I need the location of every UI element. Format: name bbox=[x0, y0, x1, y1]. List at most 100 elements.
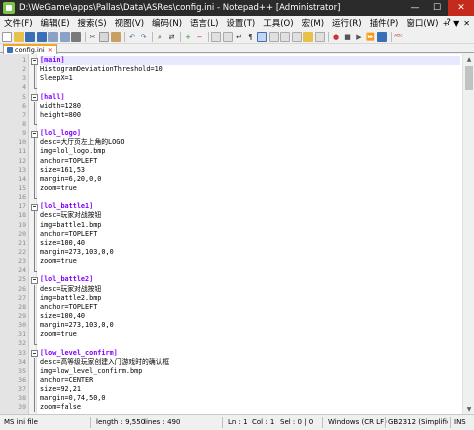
menu-view[interactable]: 视图(V) bbox=[111, 17, 148, 29]
word-wrap-icon[interactable]: ↵ bbox=[234, 32, 244, 42]
code-line[interactable]: 13 size=161,53 bbox=[0, 165, 460, 175]
fold-toggle-icon[interactable] bbox=[30, 93, 38, 102]
redo-icon[interactable]: ↷ bbox=[139, 32, 149, 42]
code-line[interactable]: 30 margin=273,103,0,0 bbox=[0, 321, 460, 331]
code-line[interactable]: 4 bbox=[0, 83, 460, 92]
menu-file[interactable]: 文件(F) bbox=[0, 17, 37, 29]
menu-encoding[interactable]: 编码(N) bbox=[148, 17, 186, 29]
new-file-icon[interactable] bbox=[2, 31, 12, 42]
run-macro-multiple-icon[interactable]: ⏩ bbox=[366, 32, 376, 42]
monitoring-icon[interactable] bbox=[314, 31, 325, 42]
code-line[interactable]: 14 margin=6,20,0,0 bbox=[0, 174, 460, 185]
code-line[interactable]: 5 [hall] bbox=[0, 93, 460, 102]
tab-close-icon[interactable]: ✕ bbox=[48, 47, 53, 54]
zoom-out-icon[interactable]: − bbox=[195, 32, 205, 42]
cut-icon[interactable]: ✂ bbox=[88, 32, 98, 42]
code-line[interactable]: 1 [main] bbox=[0, 56, 460, 66]
code-line[interactable]: 32 bbox=[0, 339, 460, 348]
open-file-icon[interactable] bbox=[13, 31, 24, 42]
code-line[interactable]: 10 desc=大厅页左上角的LOGO bbox=[0, 138, 460, 148]
code-line[interactable]: 15 zoom=true bbox=[0, 183, 460, 194]
fold-toggle-icon[interactable] bbox=[30, 202, 38, 211]
menu-settings[interactable]: 设置(T) bbox=[222, 17, 259, 29]
code-line[interactable]: 3 SleepX=1 bbox=[0, 74, 460, 84]
menu-language[interactable]: 语言(L) bbox=[186, 17, 222, 29]
undo-icon[interactable]: ↶ bbox=[127, 32, 137, 42]
save-all-icon[interactable] bbox=[36, 31, 47, 42]
code-line[interactable]: 22 margin=273,103,0,0 bbox=[0, 247, 460, 258]
close-doc-icon[interactable]: ✕ bbox=[463, 19, 470, 28]
menu-plugins[interactable]: 插件(P) bbox=[366, 17, 403, 29]
code-line[interactable]: 28 anchor=TOPLEFT bbox=[0, 302, 460, 313]
fold-toggle-icon[interactable] bbox=[30, 349, 38, 358]
code-line[interactable]: 36 anchor=CENTER bbox=[0, 375, 460, 386]
zoom-in-icon[interactable]: + bbox=[183, 32, 193, 42]
menu-run[interactable]: 运行(R) bbox=[328, 17, 366, 29]
code-line[interactable]: 38 margin=0,74,50,0 bbox=[0, 394, 460, 404]
close-button[interactable]: ✕ bbox=[448, 0, 474, 16]
maximize-button[interactable]: ☐ bbox=[426, 0, 448, 16]
show-all-chars-icon[interactable]: ¶ bbox=[246, 32, 256, 42]
code-line[interactable]: 9 [lol_logo] bbox=[0, 129, 460, 138]
code-line[interactable]: 37 size=92,21 bbox=[0, 385, 460, 395]
tab-config-ini[interactable]: config.ini ✕ bbox=[3, 44, 57, 54]
scroll-up-icon[interactable]: ▲ bbox=[463, 54, 474, 64]
record-macro-icon[interactable]: ● bbox=[331, 32, 341, 42]
scroll-down-icon[interactable]: ▼ bbox=[463, 404, 474, 414]
stop-macro-icon[interactable]: ■ bbox=[343, 32, 353, 42]
menu-tools[interactable]: 工具(O) bbox=[259, 17, 297, 29]
folder-workspace-icon[interactable] bbox=[303, 31, 313, 42]
title-bar[interactable]: D:\WeGame\apps\Pallas\Data\ASRes\config.… bbox=[0, 0, 474, 16]
play-macro-icon[interactable]: ▶ bbox=[354, 32, 364, 42]
fold-toggle-icon[interactable] bbox=[30, 275, 38, 285]
scroll-thumb[interactable] bbox=[465, 66, 473, 90]
language-define-icon[interactable] bbox=[268, 31, 279, 42]
find-icon[interactable]: ⌕ bbox=[155, 32, 165, 42]
code-line[interactable]: 31 zoom=true bbox=[0, 330, 460, 340]
code-line[interactable]: 35 img=low_level_confirm.bmp bbox=[0, 366, 460, 377]
new-tab-icon[interactable]: + bbox=[442, 19, 449, 28]
function-list-icon[interactable] bbox=[291, 31, 302, 42]
doc-map-icon[interactable] bbox=[280, 31, 290, 42]
code-line[interactable]: 21 size=100,40 bbox=[0, 238, 460, 249]
menu-search[interactable]: 搜索(S) bbox=[74, 17, 111, 29]
code-line[interactable]: 25 [lol_battle2] bbox=[0, 275, 460, 285]
print-icon[interactable] bbox=[71, 31, 81, 42]
menu-window[interactable]: 窗口(W) bbox=[402, 17, 442, 29]
status-encoding[interactable]: GB2312 (Simplified) bbox=[388, 418, 448, 426]
copy-icon[interactable] bbox=[99, 31, 109, 42]
code-line[interactable]: 6 width=1280 bbox=[0, 101, 460, 111]
close-file-icon[interactable] bbox=[48, 31, 58, 42]
code-line[interactable]: 33 [low_level_confirm] bbox=[0, 349, 460, 358]
code-line[interactable]: 27 img=battle2.bmp bbox=[0, 293, 460, 303]
menu-macro[interactable]: 宏(M) bbox=[298, 17, 328, 29]
sync-vertical-icon[interactable] bbox=[211, 31, 221, 42]
vertical-scrollbar[interactable]: ▲ ▼ bbox=[462, 54, 474, 414]
code-line[interactable]: 29 size=100,40 bbox=[0, 311, 460, 322]
tab-list-icon[interactable]: ▼ bbox=[453, 19, 459, 28]
code-line[interactable]: 39 zoom=false bbox=[0, 403, 460, 413]
code-line[interactable]: 20 anchor=TOPLEFT bbox=[0, 229, 460, 239]
code-line[interactable]: 16 bbox=[0, 193, 460, 202]
save-icon[interactable] bbox=[25, 31, 35, 42]
replace-icon[interactable]: ⇄ bbox=[167, 32, 177, 42]
code-line[interactable]: 24 bbox=[0, 266, 460, 275]
code-line[interactable]: 34 desc=高等级玩家创建入门游戏时的确认框 bbox=[0, 357, 460, 367]
close-all-icon[interactable] bbox=[59, 31, 70, 42]
spell-check-icon[interactable]: ᴬᴮᶜ bbox=[394, 32, 404, 42]
minimize-button[interactable]: — bbox=[404, 0, 426, 16]
menu-edit[interactable]: 编辑(E) bbox=[37, 17, 74, 29]
status-insert-mode[interactable]: INS bbox=[454, 418, 466, 426]
code-line[interactable]: 2 HistogramDeviationThreshold=10 bbox=[0, 65, 460, 75]
editor-area[interactable]: 1 [main] 2 HistogramDeviationThreshold=10 3 S… bbox=[0, 54, 474, 414]
code-line[interactable]: 23 zoom=true bbox=[0, 257, 460, 267]
code-line[interactable]: 18 desc=玩家对战按钮 bbox=[0, 211, 460, 221]
indent-guide-icon[interactable] bbox=[257, 31, 267, 42]
fold-toggle-icon[interactable] bbox=[30, 56, 38, 65]
code-line[interactable]: 7 height=800 bbox=[0, 110, 460, 121]
paste-icon[interactable] bbox=[110, 31, 121, 42]
save-macro-icon[interactable] bbox=[377, 31, 387, 42]
code-line[interactable]: 19 img=battle1.bmp bbox=[0, 220, 460, 230]
code-line[interactable]: 11 img=lol_logo.bmp bbox=[0, 147, 460, 157]
sync-horizontal-icon[interactable] bbox=[222, 31, 233, 42]
